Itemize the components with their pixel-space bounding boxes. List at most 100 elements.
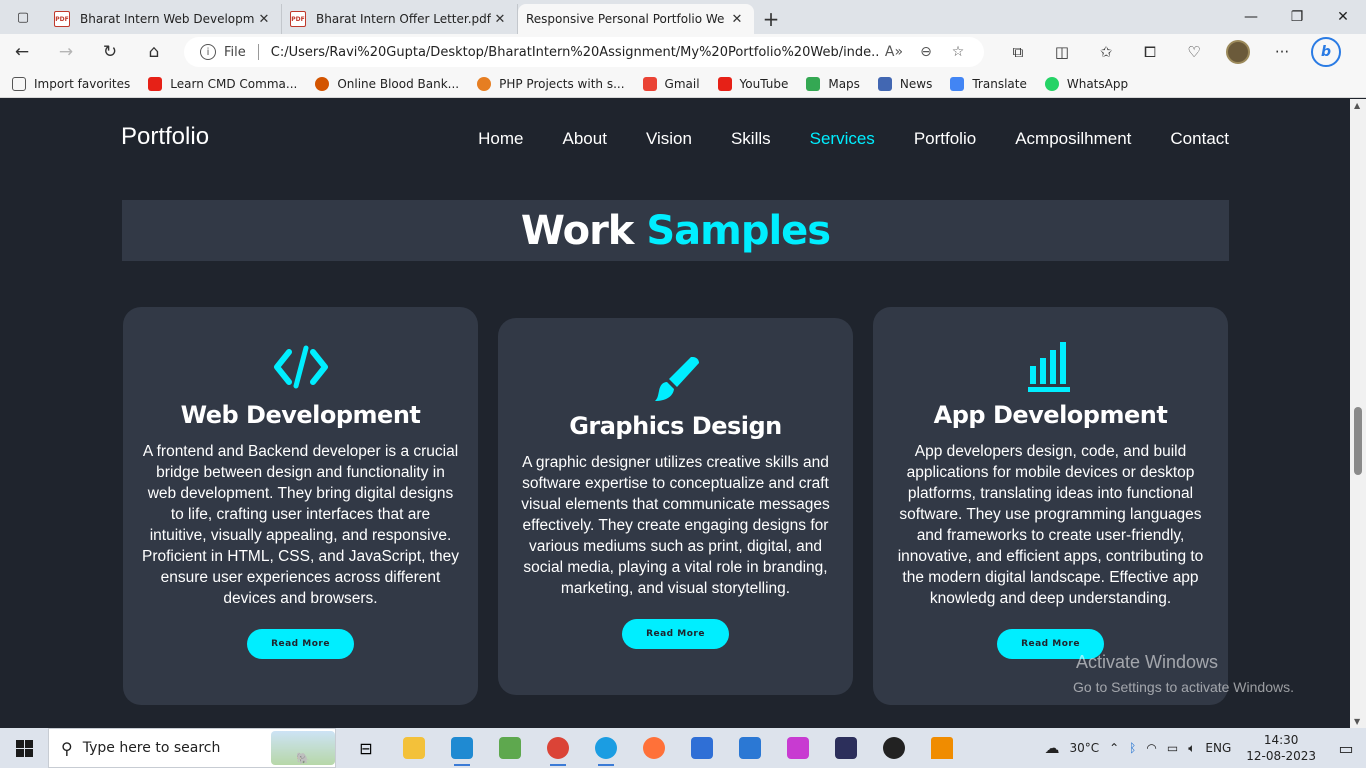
profile-button[interactable]: [1216, 34, 1260, 70]
scroll-up-icon[interactable]: ▲: [1354, 101, 1360, 110]
back-arrow-icon[interactable]: ←: [0, 34, 44, 70]
wps-button[interactable]: [774, 728, 822, 768]
tab-offer-letter[interactable]: PDF Bharat Intern Offer Letter.pdf ✕: [282, 4, 518, 34]
address-bar[interactable]: i File C:/Users/Ravi%20Gupta/Desktop/Bha…: [184, 37, 984, 67]
page-scrollbar[interactable]: ▲ ▼: [1350, 99, 1366, 728]
show-hidden-icons-icon[interactable]: ⌃: [1109, 741, 1119, 755]
vlc-button[interactable]: [918, 728, 966, 768]
read-more-button[interactable]: Read More: [247, 629, 354, 659]
start-button[interactable]: [0, 728, 48, 768]
favorite-youtube[interactable]: YouTube: [717, 76, 788, 91]
scroll-thumb[interactable]: [1354, 407, 1362, 475]
home-icon[interactable]: ⌂: [132, 34, 176, 70]
collections-icon[interactable]: ⧠: [1128, 34, 1172, 70]
notepad-button[interactable]: [486, 728, 534, 768]
scroll-down-icon[interactable]: ▼: [1354, 717, 1360, 726]
read-more-button[interactable]: Read More: [622, 619, 729, 649]
edge-button[interactable]: [582, 728, 630, 768]
firefox-button[interactable]: [630, 728, 678, 768]
favorite-import[interactable]: Import favorites: [12, 76, 130, 91]
volume-icon[interactable]: 🔈︎: [1188, 741, 1195, 756]
translate-icon: [950, 76, 965, 91]
bluetooth-icon[interactable]: ᛒ: [1129, 741, 1136, 755]
nav-accomplishment[interactable]: Acmposilhment: [1015, 129, 1131, 149]
eclipse-button[interactable]: [822, 728, 870, 768]
favorite-star-icon[interactable]: ☆: [942, 44, 974, 60]
store-icon: [691, 737, 713, 759]
heading-main: Work: [520, 207, 635, 254]
browser-tab-bar: ▢ PDF Bharat Intern Web Development ✕ PD…: [0, 0, 1366, 119]
service-card-app-development: App Development App developers design, c…: [873, 307, 1228, 705]
mail-button[interactable]: [726, 728, 774, 768]
nav-contact[interactable]: Contact: [1170, 129, 1229, 149]
nav-skills[interactable]: Skills: [731, 129, 771, 149]
wifi-icon[interactable]: ◠: [1146, 741, 1156, 755]
favorite-label: Translate: [972, 76, 1027, 91]
notifications-icon[interactable]: ▭: [1326, 728, 1366, 768]
close-tab-icon[interactable]: ✕: [728, 12, 746, 27]
nav-services[interactable]: Services: [810, 129, 875, 149]
forward-arrow-icon[interactable]: →: [44, 34, 88, 70]
extensions-icon[interactable]: ⧉: [996, 34, 1040, 70]
performance-icon[interactable]: ♡: [1172, 34, 1216, 70]
favorite-news[interactable]: News: [877, 76, 932, 91]
nav-vision[interactable]: Vision: [646, 129, 692, 149]
new-tab-button[interactable]: +: [754, 4, 788, 34]
temperature[interactable]: 30°C: [1069, 741, 1099, 755]
pdf-icon: PDF: [54, 11, 70, 27]
nav-about[interactable]: About: [563, 129, 607, 149]
favorite-maps[interactable]: Maps: [806, 76, 860, 91]
tab-bharat-intern-web-dev[interactable]: PDF Bharat Intern Web Development ✕: [46, 4, 282, 34]
refresh-icon[interactable]: ↻: [88, 34, 132, 70]
close-tab-icon[interactable]: ✕: [255, 12, 273, 27]
web-page: Portfolio Home About Vision Skills Servi…: [0, 99, 1366, 728]
vscode-button[interactable]: [438, 728, 486, 768]
favorite-php-projects[interactable]: PHP Projects with s...: [477, 76, 625, 91]
restore-icon[interactable]: ❐: [1274, 0, 1320, 34]
nav-portfolio[interactable]: Portfolio: [914, 129, 976, 149]
favorite-learn-cmd[interactable]: Learn CMD Comma...: [148, 76, 297, 91]
split-screen-icon[interactable]: ◫: [1040, 34, 1084, 70]
minimize-icon[interactable]: —: [1228, 0, 1274, 34]
battery-icon[interactable]: ▭: [1167, 741, 1178, 755]
store-button[interactable]: [678, 728, 726, 768]
favorite-blood-bank[interactable]: Online Blood Bank...: [315, 76, 459, 91]
zoom-icon[interactable]: ⊖: [910, 44, 942, 60]
clock-time: 14:30: [1263, 733, 1299, 747]
notepad-icon: [499, 737, 521, 759]
info-icon[interactable]: i: [200, 44, 216, 60]
chrome-icon: [547, 737, 569, 759]
favorites-icon[interactable]: ✩: [1084, 34, 1128, 70]
wps-icon: [787, 737, 809, 759]
eclipse-icon: [835, 737, 857, 759]
favorite-gmail[interactable]: Gmail: [642, 76, 700, 91]
clock[interactable]: 14:30 12-08-2023: [1246, 732, 1316, 764]
more-icon[interactable]: ···: [1260, 34, 1304, 70]
tab-portfolio[interactable]: Responsive Personal Portfolio We ✕: [518, 4, 754, 119]
favorite-label: PHP Projects with s...: [499, 76, 625, 91]
pdf-icon: PDF: [290, 11, 306, 27]
url-text[interactable]: C:/Users/Ravi%20Gupta/Desktop/BharatInte…: [271, 45, 878, 60]
weather-icon[interactable]: ☁: [1044, 739, 1059, 757]
site-logo[interactable]: Portfolio: [121, 123, 209, 151]
bing-button[interactable]: b: [1304, 34, 1348, 70]
read-aloud-icon[interactable]: A»: [878, 44, 910, 60]
windows-taskbar: ⚲ Type here to search 🐘 ⊟ ☁ 30°C ⌃ ᛒ ◠ ▭…: [0, 728, 1366, 768]
chrome-button[interactable]: [534, 728, 582, 768]
file-explorer-button[interactable]: [390, 728, 438, 768]
close-tab-icon[interactable]: ✕: [491, 12, 509, 27]
taskbar-search[interactable]: ⚲ Type here to search 🐘: [48, 728, 336, 768]
nav-home[interactable]: Home: [478, 129, 523, 149]
tab-actions-icon[interactable]: ▢: [0, 0, 46, 34]
favorite-translate[interactable]: Translate: [950, 76, 1027, 91]
address-toolbar: ← → ↻ ⌂ i File C:/Users/Ravi%20Gupta/Des…: [0, 34, 1366, 70]
tab-title: Bharat Intern Web Development: [80, 12, 255, 26]
tab-title: Responsive Personal Portfolio We: [526, 12, 725, 26]
site-icon: [315, 76, 330, 91]
site-icon: [477, 76, 492, 91]
media-player-button[interactable]: [870, 728, 918, 768]
close-window-icon[interactable]: ✕: [1320, 0, 1366, 34]
favorite-whatsapp[interactable]: WhatsApp: [1044, 76, 1128, 91]
language-indicator[interactable]: ENG: [1205, 741, 1231, 755]
task-view-button[interactable]: ⊟: [342, 728, 390, 768]
